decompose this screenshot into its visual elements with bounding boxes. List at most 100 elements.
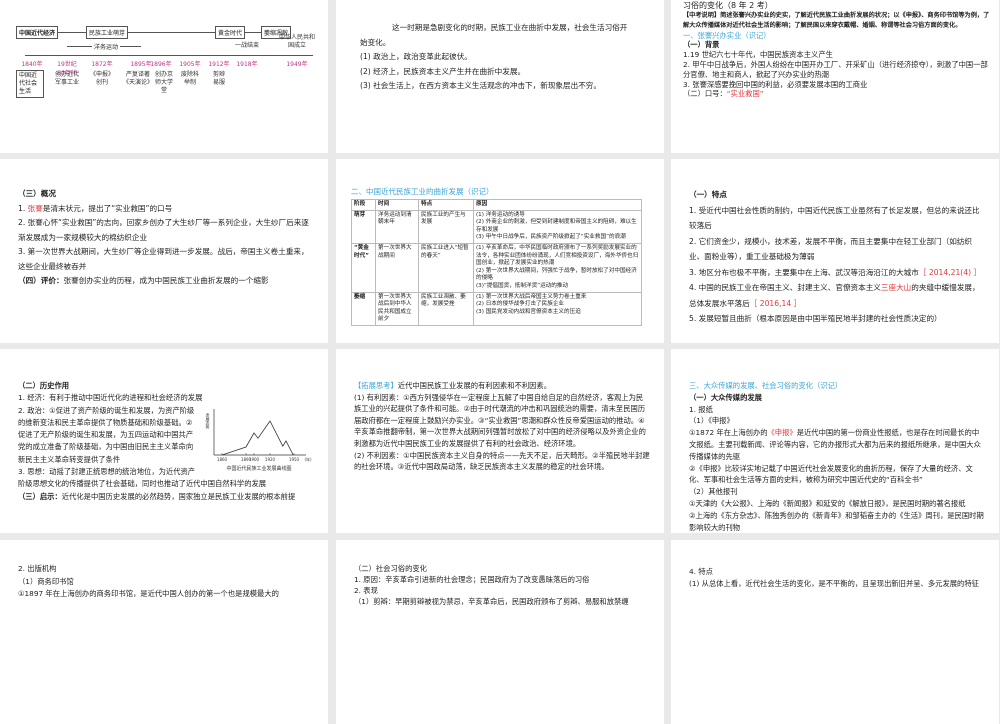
- event-label: 剪辫易服: [212, 71, 225, 86]
- highlight: 三座大山: [880, 283, 912, 292]
- sub-heading: （一）背景: [683, 40, 720, 50]
- event-label: 创办近代军事工业: [54, 71, 79, 86]
- list-item: （1）剪辫：早期剪辫被视为禁忌，辛亥革命后，民国政府颁布了剪辫、易服和放禁缠: [354, 597, 629, 606]
- year-label: 1895年: [130, 61, 152, 68]
- timeline-box: 中国近代经济: [16, 26, 59, 39]
- table-cell: (1) 洋务运动的诱导 (2) 外商企业的刺激，但受到封建制度和帝国主义的阻碍，…: [473, 209, 642, 244]
- list-item: （1）《申报》: [689, 416, 734, 426]
- list-item: 1. 原因：辛亥革命引进新的社会理念；民国政府为了改变愚昧落后的习俗: [354, 575, 590, 584]
- exam-ref: ［ 2016,14 ］: [749, 298, 802, 308]
- list-item: 是清末状元，提出了“实业救国”的口号: [42, 203, 173, 213]
- slogan-label: （二）口号：: [683, 89, 727, 99]
- highlight-name: 张謇: [27, 203, 43, 213]
- extension-tag: 【拓展思考】: [354, 381, 398, 390]
- x-axis-label: (年): [304, 456, 312, 462]
- list-item: 5. 发展短暂且曲折（根本原因是由中国半殖民地半封建的社会性质决定的）: [689, 314, 942, 323]
- paragraph: (1) 有利因素：①西方列强侵华在一定程度上瓦解了中国自给自足的自然经济，客观上…: [354, 392, 646, 448]
- list-item: 1. 报纸: [689, 404, 713, 414]
- paragraph: (2) 不利因素：①中国民族资本主义自身的特点——先天不足，后天畸形。②半殖民地…: [354, 450, 650, 472]
- slide-thumbnail-publishing[interactable]: 2. 出版机构 （1）商务印书馆 ①1897 年在上海创办的商务印书馆，是近代中…: [0, 540, 328, 724]
- list-item: 2. 表现: [354, 586, 378, 595]
- slide-thumbnail-gaikuang[interactable]: （三）概况 1. 张謇是清末状元，提出了“实业救国”的口号 2. 张謇心怀“实业…: [0, 159, 328, 343]
- highlight: 《申报》: [767, 428, 797, 438]
- event-label: 严复译著《天演论》: [123, 71, 154, 86]
- table-header: 原因: [473, 199, 642, 211]
- slide-thumbnail-extension[interactable]: 【拓展思考】近代中国民族工业发展的有利因素和不利因素。 (1) 有利因素：①西方…: [336, 349, 664, 533]
- table-header: 阶段: [351, 199, 376, 211]
- slide-thumbnail-kaodian[interactable]: 考点 35 张謇兴办实业 近代民族工业的曲折发展 大众传播媒体的发展 近代社会习…: [671, 0, 999, 153]
- year-label: 1896年: [150, 61, 172, 68]
- paragraph: 这一时期是急剧变化的时期，民族工业在曲折中发展，社会生活习俗开始变化。: [360, 23, 628, 47]
- paragraph: ①天津的《大公报》、上海的《新闻报》和延安的《解放日报》，是民国时期的著名报纸: [689, 498, 966, 508]
- heading: （一）大众传媒的发展: [689, 392, 762, 402]
- table-cell: (1) 辛亥革命后，中华民国临时政府颁布了一系列奖励发展实业的法令，各种实业团体…: [473, 242, 642, 293]
- paragraph: (1) 政治上，政治变革此起彼伏。: [360, 52, 472, 61]
- heading: （二）社会习俗的变化: [354, 564, 427, 573]
- slide-thumbnail-timeline[interactable]: 中国近代经济 民族工业萌芽 黄金时代 萎缩凋敝 洋务运动 一战结束 中华人民共和…: [0, 0, 328, 153]
- event-label: 一战结束: [234, 42, 260, 49]
- slide-thumbnail-history-role[interactable]: （二）历史作用 1. 经济：有利于推动中国近代化的进程和社会经济的发展 1860…: [0, 349, 328, 533]
- list-item: 3. 张謇深感要挽回中国的利益，必须要发展本国的工商业: [683, 79, 868, 89]
- table-cell: 萎缩: [351, 291, 376, 326]
- slide-thumbnail-customs[interactable]: （二）社会习俗的变化 1. 原因：辛亥革命引进新的社会理念；民国政府为了改变愚昧…: [336, 540, 664, 724]
- exam-ref: ［ 2014,21(4) ］: [918, 267, 982, 277]
- section-heading: 一、张謇兴办实业（识记）: [683, 30, 771, 40]
- slide-thumbnail-media[interactable]: 三、大众传媒的发展、社会习俗的变化（识记） （一）大众传媒的发展 1. 报纸 （…: [671, 349, 999, 533]
- list-item: 2. 甲午中日战争后，外国人纷纷在中国开办工厂、开采矿山（进行经济掠夺），刺激了…: [683, 59, 988, 79]
- section-heading: 三、大众传媒的发展、社会习俗的变化（识记）: [689, 381, 843, 390]
- year-label: 1905年: [179, 61, 201, 68]
- list-item: 2. 出版机构: [18, 564, 57, 573]
- range-label: 洋务运动: [92, 42, 121, 51]
- list-item: 1. 受近代中国社会性质的制约，中国近代民族工业虽然有了长足发展，但总的来说还比…: [689, 205, 980, 231]
- paragraph: ①1897 年在上海创办的商务印书馆，是近代中国人创办的第一个也是规模最大的: [18, 589, 279, 598]
- table-cell: 民族工业进入“短暂的春天”: [418, 242, 474, 293]
- lesson-text: 近代化是中国历史发展的必然趋势，国家独立是民族工业发展的根本前提: [61, 491, 296, 501]
- table-cell: 第一次世界大战后到中华人民共和国成立前夕: [375, 291, 419, 326]
- x-tick-label: 1900: [249, 457, 260, 462]
- year-label: 1912年: [208, 61, 230, 68]
- year-label: 1872年: [91, 61, 113, 68]
- heading: （二）历史作用: [18, 381, 70, 390]
- year-label: 1918年: [236, 61, 258, 68]
- list-item: 1.19 世纪六七十年代，中国民族资本主义产生: [683, 50, 833, 60]
- chart-title: 中国近代民族工业发展曲线图: [226, 465, 291, 472]
- eval-text: 张謇创办实业的历程，成为中国民族工业曲折发展的一个缩影: [63, 276, 269, 285]
- slide-thumbnail-tedian[interactable]: （一）特点 1. 受近代中国社会性质的制约，中国近代民族工业虽然有了长足发展，但…: [671, 159, 999, 343]
- list-number: 1.: [18, 203, 28, 213]
- event-label: 废除科举制: [180, 71, 199, 86]
- table-row: 萎缩 第一次世界大战后到中华人民共和国成立前夕 民族工业凋敝、萎缩，发展受挫 (1) …: [351, 291, 642, 326]
- event-label: 中华人民共和国成立: [278, 34, 315, 49]
- list-item: 4. 中国的民族工业在帝国主义、封建主义、官僚资本主义: [689, 283, 881, 292]
- list-item: 1. 经济：有利于推动中国近代化的进程和社会经济的发展: [18, 393, 203, 403]
- year-label: 1840年: [21, 61, 43, 68]
- x-tick-label: 1950: [289, 457, 300, 462]
- table-row: “黄金时代” 第一次世界大战期间 民族工业进入“短暂的春天” (1) 辛亥革命后，中华…: [351, 242, 642, 293]
- table-row: 萌芽 洋务运动到清朝末年 民族工业的产生与发展 (1) 洋务运动的诱导 (2) 外商企…: [351, 209, 642, 244]
- x-tick-label: 1920: [265, 457, 276, 462]
- paragraph: ②《申报》比较详实地记载了中国近代社会发展变化的曲折历程，保存了大量的经济、文化…: [689, 463, 973, 485]
- heading: （一）特点: [689, 190, 727, 199]
- paragraph: (3) 社会生活上，在西方资本主义生活观念的冲击下，新现象层出不穷。: [360, 81, 601, 90]
- slide-thumbnail-overview[interactable]: 这一时期是急剧变化的时期，民族工业在曲折中发展，社会生活习俗开始变化。 (1) …: [336, 0, 664, 153]
- table-cell: 洋务运动到清朝末年: [375, 209, 419, 244]
- section-heading: 二、中国近代民族工业的曲折发展（识记）: [351, 187, 494, 196]
- paragraph: (2) 经济上，民族资本主义产生并在曲折中发展。: [360, 66, 526, 76]
- table-cell: 民族工业凋敝、萎缩，发展受挫: [418, 291, 474, 326]
- table-cell: 第一次世界大战期间: [375, 242, 419, 293]
- paragraph: ②上海的《东方杂志》、陈独秀创办的《新青年》和邹韬奋主办的《生活》周刊，是民国时…: [689, 510, 984, 532]
- slide-thumbnail-features[interactable]: 4. 特点 (1) 从总体上看，近代社会生活的变化，是不平衡的，且呈现出新旧并呈…: [671, 540, 999, 724]
- table-header: 特点: [418, 199, 474, 211]
- list-item: （2）其他报刊: [689, 487, 738, 497]
- exam-requirement: 【中考说明】简述张謇兴办实业的史实，了解近代民族工业曲折发展的状况；以《申报》、…: [683, 12, 990, 29]
- heading: 4. 特点: [689, 567, 713, 576]
- table-cell: 萌芽: [351, 209, 376, 244]
- table-cell: (1) 第一次世界大战后帝国主义势力卷土重来 (2) 日本的侵华战争打击了民族企…: [473, 291, 642, 326]
- development-table: 阶段 时间 特点 原因 萌芽 洋务运动到清朝末年 民族工业的产生与发展 (1) 洋务运…: [351, 199, 642, 326]
- question: 近代中国民族工业发展的有利因素和不利因素。: [397, 381, 552, 390]
- list-item: 3. 第一次世界大战期间，大生纱厂等企业得到进一步发展。战后，帝国主义卷土重来，…: [18, 247, 309, 271]
- slide-title: 考点 35 张謇兴办实业 近代民族工业的曲折发展 大众传播媒体的发展 近代社会习…: [683, 1, 773, 10]
- series-line: [221, 419, 294, 455]
- slide-thumbnail-table[interactable]: 二、中国近代民族工业的曲折发展（识记） 阶段 时间 特点 原因 萌芽 洋务运动到清…: [336, 159, 664, 343]
- year-label: 1949年: [286, 61, 308, 68]
- paragraph: (1) 从总体上看，近代社会生活的变化，是不平衡的，且呈现出新旧并呈、多元发展的…: [689, 578, 979, 588]
